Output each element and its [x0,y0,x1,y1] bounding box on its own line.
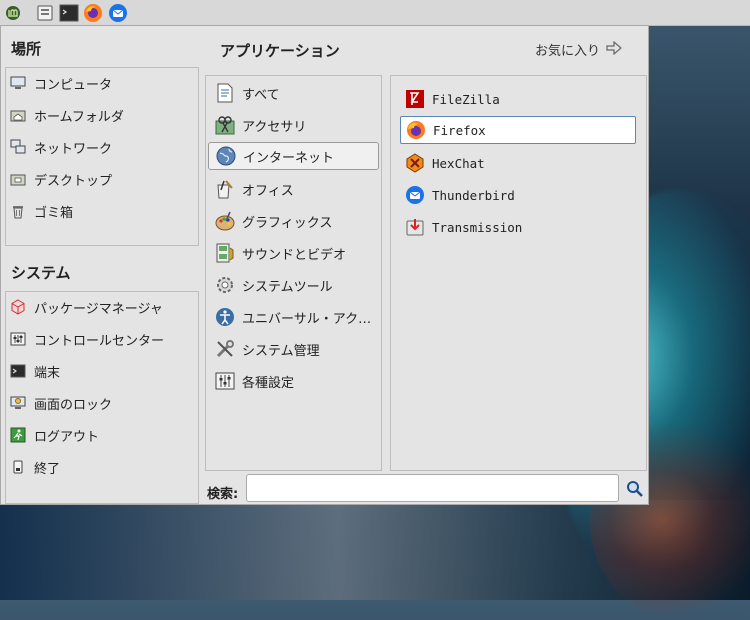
file-manager-icon[interactable] [34,2,56,24]
category-label: ユニバーサル・アク… [242,311,372,327]
favorites-button[interactable]: お気に入り [535,40,622,59]
thunderbird-icon[interactable] [107,2,129,24]
place-label: ネットワーク [34,141,113,157]
search-label: 検索: [207,487,239,502]
category-label: グラフィックス [242,215,333,231]
hexchat-icon [404,152,426,174]
app-label: FileZilla [432,91,500,107]
app-item-firefox[interactable]: Firefox [400,116,636,144]
firefox-icon[interactable] [82,2,104,24]
accessibility-icon [214,306,236,328]
category-label: すべて [242,87,280,103]
arrow-right-icon [606,40,622,59]
filezilla-icon [404,88,426,110]
network-icon [10,139,26,155]
place-item-network[interactable]: ネットワーク [10,134,112,160]
application-list: FileZilla Firefox HexChat Thunderbird Tr… [390,75,647,471]
system-title: システム [11,264,71,282]
category-sound-video[interactable]: サウンドとビデオ [208,239,379,267]
category-office[interactable]: オフィス [208,175,379,203]
search-icon[interactable] [626,480,644,502]
graphics-palette-icon [214,210,236,232]
category-graphics[interactable]: グラフィックス [208,207,379,235]
system-list: パッケージマネージャ コントロールセンター 端末 画面のロック ログアウト 終了 [5,291,199,504]
mint-menu-icon[interactable] [2,2,24,24]
app-item-transmission[interactable]: Transmission [400,213,636,241]
app-item-thunderbird[interactable]: Thunderbird [400,181,636,209]
category-list: すべて アクセサリ インターネット オフィス グラフィックス サウンドとビデオ … [205,75,382,471]
all-apps-icon [214,82,236,104]
category-administration[interactable]: システム管理 [208,335,379,363]
administration-tools-icon [214,338,236,360]
place-label: ホームフォルダ [34,109,124,125]
place-item-trash[interactable]: ゴミ箱 [10,198,73,224]
thunderbird-icon [404,184,426,206]
trash-icon [10,203,26,219]
favorites-label: お気に入り [535,44,601,59]
shutdown-icon [10,459,26,475]
system-item-terminal[interactable]: 端末 [10,358,60,384]
transmission-icon [404,216,426,238]
place-label: ゴミ箱 [34,205,74,221]
top-panel [0,0,750,26]
category-label: オフィス [242,183,294,199]
place-label: コンピュータ [34,77,113,93]
app-label: HexChat [432,155,485,171]
lock-screen-icon [10,395,26,411]
terminal-icon [10,363,26,379]
package-manager-icon [10,299,26,315]
settings-icon [214,370,236,392]
firefox-icon [405,119,427,141]
sound-video-icon [214,242,236,264]
category-label: システムツール [242,279,333,295]
category-label: システム管理 [242,343,320,359]
app-label: Thunderbird [432,187,515,203]
category-accessories[interactable]: アクセサリ [208,111,379,139]
place-item-home[interactable]: ホームフォルダ [10,102,124,128]
places-title: 場所 [11,40,42,58]
app-item-filezilla[interactable]: FileZilla [400,85,636,113]
system-item-package-manager[interactable]: パッケージマネージャ [10,294,163,320]
system-label: コントロールセンター [34,333,165,349]
place-item-computer[interactable]: コンピュータ [10,70,112,96]
category-all[interactable]: すべて [208,79,379,107]
app-label: Transmission [432,219,523,235]
app-item-hexchat[interactable]: HexChat [400,149,636,177]
system-label: 画面のロック [34,397,113,413]
system-item-control-center[interactable]: コントロールセンター [10,326,164,352]
control-center-icon [10,331,26,347]
computer-icon [10,75,26,91]
category-internet[interactable]: インターネット [208,142,379,170]
office-icon [214,178,236,200]
system-label: 端末 [34,365,61,381]
system-tools-gear-icon [214,274,236,296]
accessories-icon [214,114,236,136]
home-folder-icon [10,107,26,123]
system-item-lock-screen[interactable]: 画面のロック [10,390,112,416]
internet-globe-icon [215,145,237,167]
terminal-icon[interactable] [58,2,80,24]
places-list: コンピュータ ホームフォルダ ネットワーク デスクトップ ゴミ箱 [5,67,199,246]
category-label: アクセサリ [242,119,307,135]
category-label: サウンドとビデオ [242,247,347,263]
search-input[interactable] [246,474,619,502]
system-label: 終了 [34,461,61,477]
logout-icon [10,427,26,443]
category-label: 各種設定 [242,375,295,391]
app-label: Firefox [433,122,486,138]
category-universal-access[interactable]: ユニバーサル・アク… [208,303,379,331]
category-system-tools[interactable]: システムツール [208,271,379,299]
applications-title: アプリケーション [220,42,340,60]
system-label: ログアウト [34,429,100,445]
system-label: パッケージマネージャ [34,301,163,317]
category-label: インターネット [243,150,335,166]
system-item-shutdown[interactable]: 終了 [10,454,60,480]
place-item-desktop[interactable]: デスクトップ [10,166,112,192]
desktop-folder-icon [10,171,26,187]
system-item-logout[interactable]: ログアウト [10,422,99,448]
category-settings[interactable]: 各種設定 [208,367,379,395]
application-menu: 場所 コンピュータ ホームフォルダ ネットワーク デスクトップ ゴミ箱 システム… [0,25,649,505]
place-label: デスクトップ [34,173,113,189]
